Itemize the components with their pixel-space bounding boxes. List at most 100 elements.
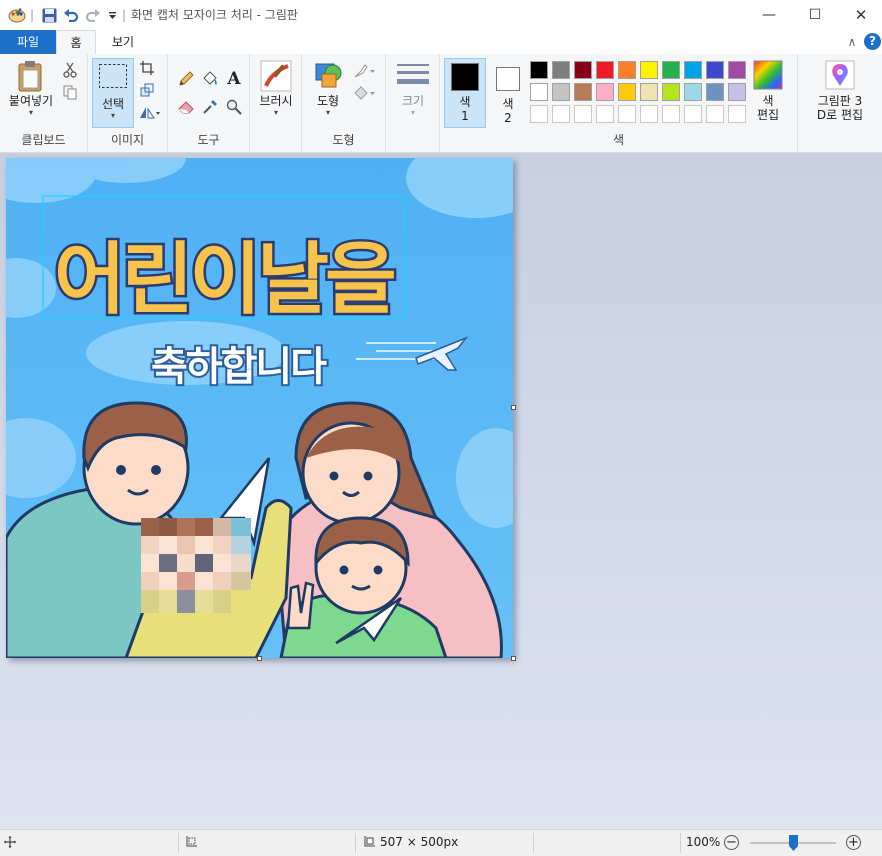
crop-icon[interactable] bbox=[138, 59, 156, 77]
custom-color-slot[interactable] bbox=[706, 105, 724, 123]
palette-swatch[interactable] bbox=[728, 61, 746, 79]
rotate-icon[interactable] bbox=[138, 103, 162, 121]
canvas-resize-handle-right[interactable] bbox=[511, 405, 516, 410]
tab-view[interactable]: 보기 bbox=[100, 30, 146, 54]
brushes-button[interactable]: 브러시 ▾ bbox=[254, 60, 298, 118]
undo-icon[interactable] bbox=[62, 6, 80, 24]
redo-icon[interactable] bbox=[84, 6, 102, 24]
color1-button[interactable]: 색 1 bbox=[444, 58, 486, 128]
title-bar: | | 화면 캡처 모자이크 처리 - 그림판 — ☐ ✕ bbox=[0, 0, 882, 30]
collapse-ribbon-button[interactable]: ∧ bbox=[844, 34, 860, 50]
tab-home[interactable]: 홈 bbox=[56, 30, 96, 55]
paint3d-icon bbox=[802, 60, 878, 94]
color1-label: 색 bbox=[459, 95, 471, 109]
palette-swatch[interactable] bbox=[574, 61, 592, 79]
palette-swatch[interactable] bbox=[530, 61, 548, 79]
ribbon-tab-bar: 파일 홈 보기 ∧ ? bbox=[0, 30, 882, 55]
custom-color-slot[interactable] bbox=[530, 105, 548, 123]
palette-swatch[interactable] bbox=[684, 61, 702, 79]
custom-color-slot[interactable] bbox=[640, 105, 658, 123]
copy-icon[interactable] bbox=[61, 83, 79, 101]
palette-swatch[interactable] bbox=[684, 83, 702, 101]
size-button[interactable]: 크기 ▾ bbox=[392, 62, 434, 118]
shapes-group: 도형 ▾ 도형 bbox=[302, 54, 386, 152]
color2-button[interactable]: 색 2 bbox=[488, 58, 528, 128]
zoom-in-button[interactable]: + bbox=[846, 835, 861, 850]
status-separator bbox=[533, 833, 534, 853]
palette-swatch[interactable] bbox=[728, 83, 746, 101]
palette-swatch[interactable] bbox=[618, 61, 636, 79]
outline-icon[interactable] bbox=[352, 62, 378, 80]
color-picker-icon[interactable] bbox=[201, 98, 219, 116]
tools-group: A 도구 bbox=[168, 54, 250, 152]
shapes-button[interactable]: 도형 ▾ bbox=[306, 60, 350, 118]
maximize-button[interactable]: ☐ bbox=[792, 0, 838, 30]
palette-swatch[interactable] bbox=[706, 83, 724, 101]
status-separator bbox=[680, 833, 681, 853]
paint-app-icon[interactable] bbox=[8, 6, 26, 24]
palette-swatch[interactable] bbox=[596, 83, 614, 101]
custom-color-slot[interactable] bbox=[552, 105, 570, 123]
custom-color-slot[interactable] bbox=[662, 105, 680, 123]
custom-color-slot[interactable] bbox=[684, 105, 702, 123]
custom-color-slot[interactable] bbox=[596, 105, 614, 123]
palette-swatch[interactable] bbox=[706, 61, 724, 79]
resize-icon[interactable] bbox=[138, 81, 156, 99]
palette-swatch[interactable] bbox=[640, 83, 658, 101]
pencil-icon[interactable] bbox=[177, 70, 195, 88]
palette-swatch[interactable] bbox=[618, 83, 636, 101]
edit-colors-button[interactable]: 색 편집 bbox=[748, 60, 788, 122]
palette-swatch[interactable] bbox=[552, 83, 570, 101]
palette-swatch[interactable] bbox=[530, 83, 548, 101]
paste-button[interactable]: 붙여넣기 ▾ bbox=[4, 60, 58, 118]
eraser-icon[interactable] bbox=[177, 98, 195, 116]
line-width-icon bbox=[392, 62, 434, 94]
custom-color-slot[interactable] bbox=[618, 105, 636, 123]
palette-swatch[interactable] bbox=[640, 61, 658, 79]
custom-color-slot[interactable] bbox=[728, 105, 746, 123]
size-dropdown-icon[interactable]: ▾ bbox=[392, 108, 434, 118]
palette-swatch[interactable] bbox=[596, 61, 614, 79]
image-size-text: 507 × 500px bbox=[380, 835, 459, 849]
customize-qa-dropdown-icon[interactable] bbox=[106, 6, 118, 24]
palette-swatch[interactable] bbox=[574, 83, 592, 101]
edit-colors-label-1: 색 bbox=[762, 94, 774, 108]
paste-dropdown-icon[interactable]: ▾ bbox=[4, 108, 58, 118]
select-button[interactable]: 선택 ▾ bbox=[92, 58, 134, 128]
cursor-position-icon bbox=[4, 836, 16, 851]
edit-with-paint3d-button[interactable]: 그림판 3 D로 편집 bbox=[802, 60, 878, 122]
qa-separator: | bbox=[29, 8, 35, 22]
canvas-resize-handle-corner[interactable] bbox=[511, 656, 516, 661]
minimize-button[interactable]: — bbox=[746, 0, 792, 30]
palette-swatch[interactable] bbox=[552, 61, 570, 79]
shapes-dropdown-icon[interactable]: ▾ bbox=[306, 108, 350, 118]
select-dropdown-icon[interactable]: ▾ bbox=[93, 111, 133, 121]
colors-group-label: 색 bbox=[612, 133, 625, 147]
ribbon: 붙여넣기 ▾ 클립보드 선택 ▾ 이미지 A 도구 브러시 ▾ 도형 ▾ 도형 … bbox=[0, 54, 882, 153]
shapes-icon bbox=[306, 60, 350, 94]
canvas-resize-handle-bottom[interactable] bbox=[257, 656, 262, 661]
palette-swatch[interactable] bbox=[662, 61, 680, 79]
tab-file[interactable]: 파일 bbox=[0, 30, 56, 54]
zoom-slider-thumb[interactable] bbox=[788, 835, 798, 851]
close-button[interactable]: ✕ bbox=[838, 0, 882, 30]
colors-group: 색 1 색 2 색 편집 색 bbox=[440, 54, 798, 152]
custom-color-slot[interactable] bbox=[574, 105, 592, 123]
fill-icon[interactable] bbox=[352, 84, 378, 102]
help-button[interactable]: ? bbox=[864, 33, 881, 50]
cut-icon[interactable] bbox=[61, 61, 79, 79]
status-separator bbox=[178, 833, 179, 853]
zoom-out-button[interactable]: − bbox=[724, 835, 739, 850]
brushes-dropdown-icon[interactable]: ▾ bbox=[254, 108, 298, 118]
save-icon[interactable] bbox=[40, 6, 58, 24]
palette-swatch[interactable] bbox=[662, 83, 680, 101]
clipboard-paste-icon bbox=[4, 60, 58, 94]
text-tool-icon[interactable]: A bbox=[225, 69, 243, 89]
fill-bucket-icon[interactable] bbox=[201, 70, 219, 88]
selection-size-icon bbox=[184, 836, 197, 852]
paste-label: 붙여넣기 bbox=[8, 94, 54, 108]
drawing-canvas[interactable]: 어린이날을 축하합니다 bbox=[6, 158, 513, 658]
brush-icon bbox=[254, 60, 298, 94]
color2-swatch bbox=[496, 67, 520, 91]
magnifier-icon[interactable] bbox=[225, 98, 243, 116]
